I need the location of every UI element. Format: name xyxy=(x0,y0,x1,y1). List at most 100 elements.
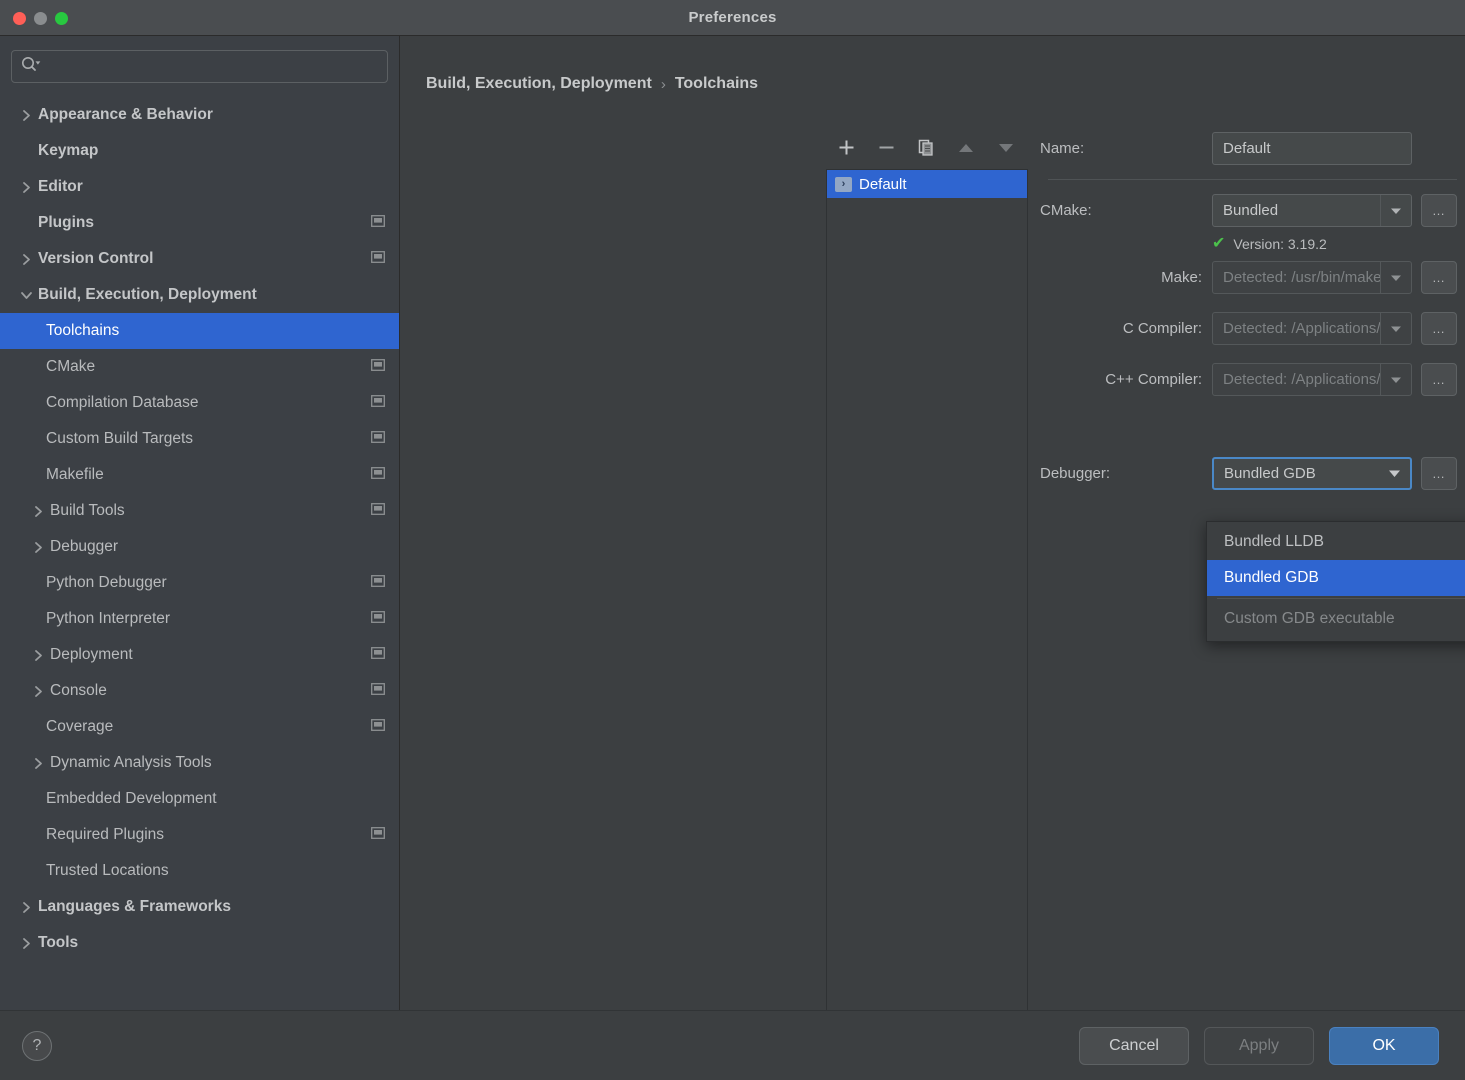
sidebar-item-embedded-development[interactable]: Embedded Development xyxy=(0,781,399,817)
chevron-right-icon[interactable] xyxy=(30,649,46,662)
sidebar-item-label: Custom Build Targets xyxy=(46,430,193,448)
sidebar-item-label: Languages & Frameworks xyxy=(38,898,231,916)
c-compiler-row: C Compiler: Detected: /Applications/Xcod… xyxy=(1040,312,1457,345)
add-toolchain-button[interactable] xyxy=(826,132,866,162)
sidebar-item-label: Keymap xyxy=(38,142,98,160)
sidebar-item-keymap[interactable]: Keymap xyxy=(0,133,399,169)
sidebar-item-deployment[interactable]: Deployment xyxy=(0,637,399,673)
toolchain-toolbar xyxy=(826,131,1028,163)
chevron-down-icon[interactable] xyxy=(18,290,34,301)
search-input[interactable] xyxy=(11,50,388,83)
make-combobox[interactable]: Detected: /usr/bin/make xyxy=(1212,261,1412,294)
name-value: Default xyxy=(1223,140,1271,157)
name-field[interactable]: Default xyxy=(1212,132,1412,165)
sidebar-item-label: Makefile xyxy=(46,466,104,484)
sidebar-item-coverage[interactable]: Coverage xyxy=(0,709,399,745)
project-scope-icon xyxy=(371,610,385,628)
c-compiler-combobox[interactable]: Detected: /Applications/Xcode.app/Conten… xyxy=(1212,312,1412,345)
chevron-right-icon[interactable] xyxy=(18,181,34,194)
zoom-button[interactable] xyxy=(55,12,68,25)
make-label: Make: xyxy=(1040,269,1212,286)
chevron-right-icon[interactable] xyxy=(30,541,46,554)
chevron-right-icon[interactable] xyxy=(30,505,46,518)
project-scope-icon xyxy=(371,502,385,520)
project-scope-icon xyxy=(371,358,385,376)
main-panel: Build, Execution, Deployment › Toolchain… xyxy=(400,36,1465,1010)
chevron-right-icon[interactable] xyxy=(30,757,46,770)
chevron-right-icon[interactable] xyxy=(18,937,34,950)
cpp-compiler-combobox[interactable]: Detected: /Applications/Xcode.app/Conten… xyxy=(1212,363,1412,396)
sidebar-item-python-interpreter[interactable]: Python Interpreter xyxy=(0,601,399,637)
ok-button[interactable]: OK xyxy=(1329,1027,1439,1065)
chevron-down-icon[interactable] xyxy=(1380,364,1411,395)
chevron-down-icon[interactable] xyxy=(1380,195,1411,226)
project-scope-icon xyxy=(371,682,385,700)
toolchain-list[interactable]: ›Default xyxy=(826,169,1028,1023)
minimize-button[interactable] xyxy=(34,12,47,25)
name-label: Name: xyxy=(1040,140,1212,157)
make-row: Make: Detected: /usr/bin/make … xyxy=(1040,261,1457,294)
sidebar-item-label: Dynamic Analysis Tools xyxy=(50,754,212,772)
cpp-compiler-browse-button[interactable]: … xyxy=(1421,363,1457,396)
sidebar-item-makefile[interactable]: Makefile xyxy=(0,457,399,493)
debugger-combobox[interactable]: Bundled GDB xyxy=(1212,457,1412,490)
sidebar-item-compilation-database[interactable]: Compilation Database xyxy=(0,385,399,421)
sidebar-item-dynamic-analysis-tools[interactable]: Dynamic Analysis Tools xyxy=(0,745,399,781)
sidebar-item-version-control[interactable]: Version Control xyxy=(0,241,399,277)
search-container xyxy=(0,36,399,95)
copy-toolchain-icon[interactable] xyxy=(906,132,946,162)
chevron-right-icon[interactable] xyxy=(18,109,34,122)
sidebar-item-build-execution-deployment[interactable]: Build, Execution, Deployment xyxy=(0,277,399,313)
chevron-right-icon[interactable] xyxy=(18,253,34,266)
sidebar-item-debugger[interactable]: Debugger xyxy=(0,529,399,565)
window-controls xyxy=(13,0,68,36)
debugger-value: Bundled GDB xyxy=(1224,465,1379,482)
name-row: Name: Default xyxy=(1040,132,1457,165)
settings-content: ›Default Name: Default CMake: xyxy=(400,36,1465,1010)
project-scope-icon xyxy=(371,574,385,592)
dropdown-option[interactable]: Custom GDB executable xyxy=(1207,601,1465,637)
sidebar-item-languages-frameworks[interactable]: Languages & Frameworks xyxy=(0,889,399,925)
sidebar-item-tools[interactable]: Tools xyxy=(0,925,399,961)
toolchain-list-item[interactable]: ›Default xyxy=(827,170,1027,198)
cmake-browse-button[interactable]: … xyxy=(1421,194,1457,227)
sidebar-item-custom-build-targets[interactable]: Custom Build Targets xyxy=(0,421,399,457)
sidebar-item-label: Build Tools xyxy=(50,502,125,520)
chevron-down-icon[interactable] xyxy=(1379,459,1410,488)
project-scope-icon xyxy=(371,826,385,844)
cancel-button[interactable]: Cancel xyxy=(1079,1027,1189,1065)
sidebar-item-python-debugger[interactable]: Python Debugger xyxy=(0,565,399,601)
cmake-combobox[interactable]: Bundled xyxy=(1212,194,1412,227)
chevron-right-icon[interactable] xyxy=(30,685,46,698)
close-button[interactable] xyxy=(13,12,26,25)
move-down-button[interactable] xyxy=(986,132,1026,162)
sidebar-item-build-tools[interactable]: Build Tools xyxy=(0,493,399,529)
cpp-compiler-row: C++ Compiler: Detected: /Applications/Xc… xyxy=(1040,363,1457,396)
debugger-browse-button[interactable]: … xyxy=(1421,457,1457,490)
sidebar-item-cmake[interactable]: CMake xyxy=(0,349,399,385)
chevron-down-icon[interactable] xyxy=(1380,262,1411,293)
help-button[interactable]: ? xyxy=(22,1031,52,1061)
make-browse-button[interactable]: … xyxy=(1421,261,1457,294)
debugger-dropdown-menu[interactable]: Bundled LLDBBundled GDB Custom GDB execut… xyxy=(1206,521,1465,642)
sidebar-item-toolchains[interactable]: Toolchains xyxy=(0,313,399,349)
sidebar-item-console[interactable]: Console xyxy=(0,673,399,709)
sidebar-item-label: Toolchains xyxy=(46,322,119,340)
debugger-row: Debugger: Bundled GDB … xyxy=(1040,457,1457,490)
dropdown-option[interactable]: Bundled LLDB xyxy=(1207,524,1465,560)
form-divider xyxy=(1048,179,1457,180)
dropdown-option[interactable]: Bundled GDB xyxy=(1207,560,1465,596)
sidebar-item-trusted-locations[interactable]: Trusted Locations xyxy=(0,853,399,889)
c-compiler-browse-button[interactable]: … xyxy=(1421,312,1457,345)
sidebar-item-appearance-behavior[interactable]: Appearance & Behavior xyxy=(0,97,399,133)
sidebar-item-required-plugins[interactable]: Required Plugins xyxy=(0,817,399,853)
chevron-right-icon[interactable] xyxy=(18,901,34,914)
project-scope-icon xyxy=(371,250,385,268)
move-up-button[interactable] xyxy=(946,132,986,162)
sidebar-item-editor[interactable]: Editor xyxy=(0,169,399,205)
sidebar-item-label: CMake xyxy=(46,358,95,376)
chevron-down-icon[interactable] xyxy=(1380,313,1411,344)
sidebar-item-plugins[interactable]: Plugins xyxy=(0,205,399,241)
make-value: Detected: /usr/bin/make xyxy=(1223,269,1380,286)
remove-toolchain-button[interactable] xyxy=(866,132,906,162)
